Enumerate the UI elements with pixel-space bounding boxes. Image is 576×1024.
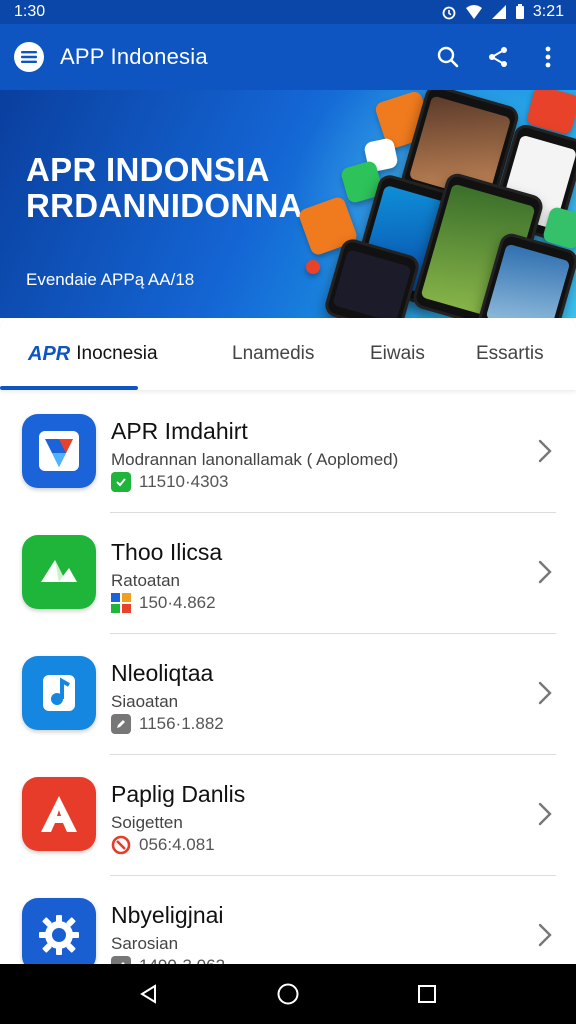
hero-banner[interactable]: APR INDONSIA RRDANNIDONNA Evendaie APPą … (0, 90, 576, 318)
letter-a-logo-icon (22, 777, 96, 851)
app-meta: 056:4.081 (111, 835, 215, 855)
status-bar: 1:30 3:21 (0, 0, 576, 24)
share-button[interactable] (484, 43, 512, 71)
app-name: Nleoliqtaa (111, 660, 214, 686)
recents-button[interactable] (407, 974, 447, 1014)
list-item[interactable]: Paplig Danlis Soigetten 056:4.081 (0, 755, 576, 876)
hero-title-line2: RRDANNIDONNA (26, 187, 303, 224)
tab-essartis[interactable]: Essartis (476, 318, 544, 390)
list-item[interactable]: APR Imdahirt Modrannan lanonallamak ( Ao… (0, 392, 576, 513)
chevron-right-icon[interactable] (536, 920, 554, 950)
alarm-icon (442, 6, 456, 20)
red-dot-tile (306, 260, 320, 274)
list-item[interactable]: Nleoliqtaa Siaoatan 1156·1.882 (0, 634, 576, 755)
battery-icon (515, 4, 524, 19)
status-clock: 3:21 (532, 3, 564, 20)
app-desc: Soigetten (111, 813, 183, 832)
home-button[interactable] (268, 974, 308, 1014)
search-button[interactable] (434, 43, 462, 71)
app-meta: 1156·1.882 (111, 714, 224, 734)
green-arrow-logo-icon (22, 535, 96, 609)
tab-label: Inocnesia (76, 343, 158, 364)
app-desc: Modrannan lanonallamak ( Aoplomed) (111, 450, 399, 469)
multicolor-grid-icon (111, 593, 131, 613)
app-desc: Sarosian (111, 934, 179, 953)
search-icon (437, 46, 459, 68)
menu-icon (21, 51, 37, 63)
tab-indonesia[interactable]: APR Inocnesia (28, 318, 158, 390)
app-name: APR Imdahirt (111, 418, 248, 444)
share-icon (489, 47, 507, 67)
app-meta-value: 150·4.862 (139, 593, 216, 612)
chevron-right-icon[interactable] (536, 557, 554, 587)
tab-logo: APR (28, 342, 71, 365)
app-meta-value: 1156·1.882 (139, 714, 224, 733)
more-vert-icon (545, 46, 551, 68)
status-icons: 3:21 (441, 3, 564, 21)
category-tabs: APR Inocnesia Lnamedis Eiwais Essartis (0, 318, 576, 390)
app-desc: Ratoatan (111, 571, 180, 590)
app-name: Nbyeligjnai (111, 902, 224, 928)
home-icon (277, 983, 299, 1005)
back-button[interactable] (129, 974, 169, 1014)
tab-label: Essartis (476, 343, 544, 364)
app-name: Thoo Ilicsa (111, 539, 223, 565)
green-badge-icon (111, 472, 131, 492)
tab-eiwais[interactable]: Eiwais (370, 318, 425, 390)
more-options-button[interactable] (534, 43, 562, 71)
app-meta-value: 11510·4303 (139, 472, 229, 491)
chevron-right-icon[interactable] (536, 678, 554, 708)
tab-label: Lnamedis (232, 343, 315, 364)
wifi-icon (465, 5, 482, 19)
hero-title-line1: APR INDONSIA (26, 151, 270, 188)
signal-icon (491, 5, 506, 19)
active-tab-indicator (0, 386, 138, 390)
tab-lnamedis[interactable]: Lnamedis (232, 318, 314, 390)
hero-title: APR INDONSIA RRDANNIDONNA (26, 152, 303, 224)
app-bar: APP Indonesia (0, 24, 576, 90)
app-meta-value: 056:4.081 (139, 835, 215, 854)
status-time: 1:30 (14, 3, 46, 20)
app-meta: 11510·4303 (111, 472, 229, 492)
back-icon (140, 984, 157, 1004)
app-name: Paplig Danlis (111, 781, 246, 807)
gear-logo-icon (22, 898, 96, 972)
app-desc: Siaoatan (111, 692, 179, 711)
system-nav-bar (0, 964, 576, 1024)
menu-button[interactable] (14, 42, 44, 72)
app-title: APP Indonesia (60, 44, 208, 69)
hero-subtitle: Evendaie APPą AA/18 (26, 270, 195, 289)
triangle-logo-icon (22, 414, 96, 488)
list-item[interactable]: Thoo Ilicsa Ratoatan 150·4.862 (0, 513, 576, 634)
music-note-logo-icon (22, 656, 96, 730)
tab-label: Eiwais (370, 343, 425, 364)
app-meta: 150·4.862 (111, 593, 216, 613)
red-circle-icon (111, 835, 131, 855)
chevron-right-icon[interactable] (536, 799, 554, 829)
recents-icon (417, 985, 436, 1003)
chevron-right-icon[interactable] (536, 436, 554, 466)
edit-pencil-icon (111, 714, 131, 734)
